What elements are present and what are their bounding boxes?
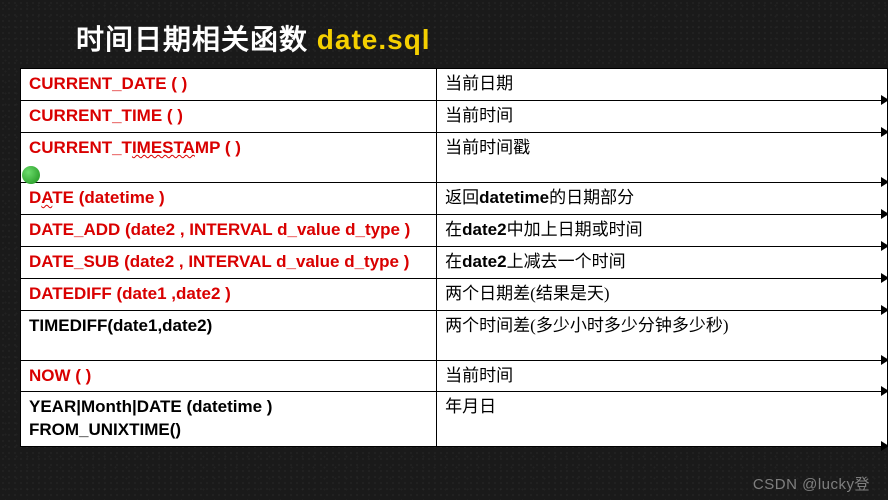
title-yellow: date.sql (317, 24, 431, 55)
description-cell: 两个日期差(结果是天) (437, 278, 888, 310)
description-cell: 在date2上减去一个时间 (437, 246, 888, 278)
table-row: YEAR|Month|DATE (datetime ) FROM_UNIXTIM… (21, 392, 888, 447)
row-arrow-icon (881, 441, 888, 451)
table-row: DATEDIFF (date1 ,date2 )两个日期差(结果是天) (21, 278, 888, 310)
table-row: CURRENT_TIMESTAMP ( )当前时间戳 (21, 132, 888, 182)
table-row: DATE (datetime )返回datetime的日期部分 (21, 182, 888, 214)
table-row: DATE_ADD (date2 , INTERVAL d_value d_typ… (21, 214, 888, 246)
page-title: 时间日期相关函数 date.sql (76, 18, 860, 58)
table-row: CURRENT_DATE ( )当前日期 (21, 69, 888, 101)
table-row: DATE_SUB (date2 , INTERVAL d_value d_typ… (21, 246, 888, 278)
description-cell: 当前时间戳 (437, 132, 888, 182)
function-cell: TIMEDIFF(date1,date2) (21, 310, 437, 360)
description-cell: 年月日 (437, 392, 888, 447)
function-cell: YEAR|Month|DATE (datetime ) FROM_UNIXTIM… (21, 392, 437, 447)
function-cell: NOW ( ) (21, 360, 437, 392)
function-cell: DATE (datetime ) (21, 182, 437, 214)
table-row: TIMEDIFF(date1,date2)两个时间差(多少小时多少分钟多少秒) (21, 310, 888, 360)
description-cell: 当前时间 (437, 360, 888, 392)
function-cell: CURRENT_DATE ( ) (21, 69, 437, 101)
description-cell: 返回datetime的日期部分 (437, 182, 888, 214)
description-cell: 当前时间 (437, 100, 888, 132)
description-cell: 两个时间差(多少小时多少分钟多少秒) (437, 310, 888, 360)
function-cell: CURRENT_TIMESTAMP ( ) (21, 132, 437, 182)
function-cell: CURRENT_TIME ( ) (21, 100, 437, 132)
table-row: CURRENT_TIME ( )当前时间 (21, 100, 888, 132)
functions-table-wrap: CURRENT_DATE ( )当前日期CURRENT_TIME ( )当前时间… (20, 68, 888, 447)
table-row: NOW ( )当前时间 (21, 360, 888, 392)
title-white: 时间日期相关函数 (76, 24, 317, 55)
watermark: CSDN @lucky登 (753, 473, 870, 494)
description-cell: 当前日期 (437, 69, 888, 101)
function-cell: DATEDIFF (date1 ,date2 ) (21, 278, 437, 310)
function-cell: DATE_SUB (date2 , INTERVAL d_value d_typ… (21, 246, 437, 278)
description-cell: 在date2中加上日期或时间 (437, 214, 888, 246)
green-dot-marker (22, 166, 40, 184)
functions-table: CURRENT_DATE ( )当前日期CURRENT_TIME ( )当前时间… (20, 68, 888, 447)
function-cell: DATE_ADD (date2 , INTERVAL d_value d_typ… (21, 214, 437, 246)
